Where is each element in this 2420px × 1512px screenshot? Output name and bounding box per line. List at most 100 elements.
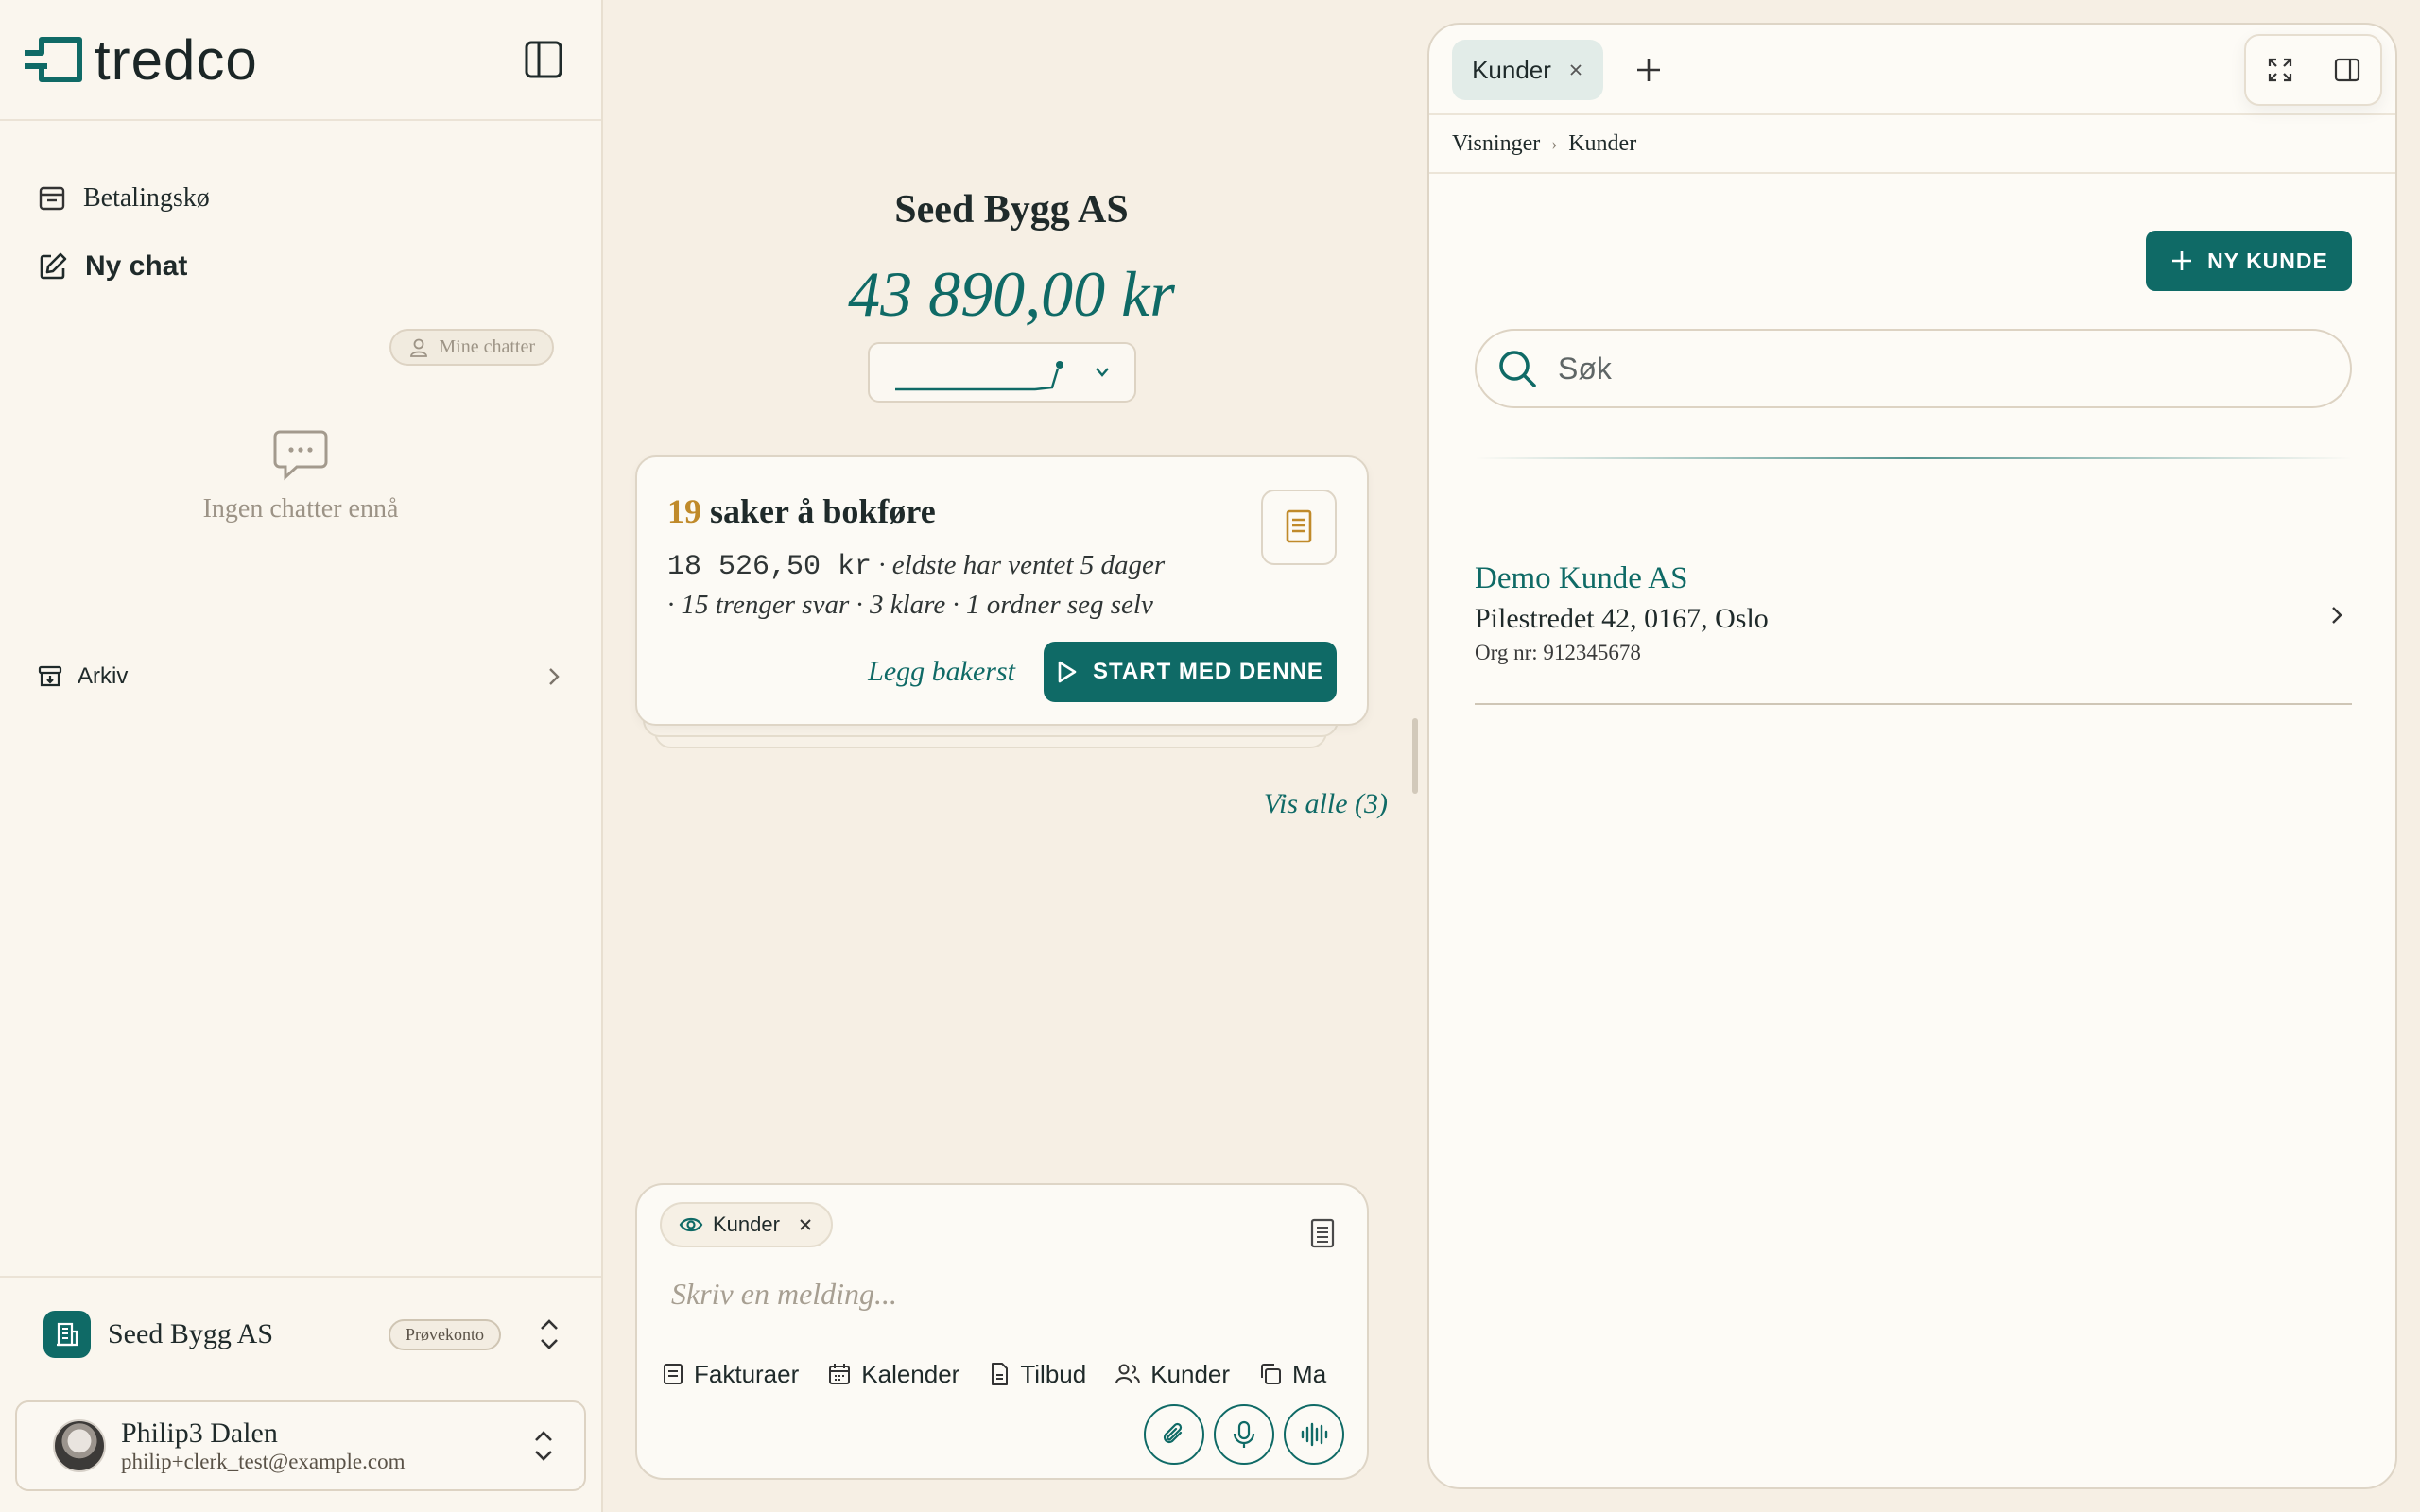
breadcrumb-item[interactable]: Visninger [1452, 131, 1540, 157]
sidebar-item-betalingsko[interactable]: Betalingskø [0, 164, 601, 232]
task-title-text: saker å bokføre [710, 492, 936, 530]
mine-chatter-row: Mine chatter [0, 301, 601, 366]
chip-label: Kunder [713, 1212, 780, 1236]
company-switcher[interactable]: Seed Bygg AS Prøvekonto [0, 1278, 601, 1391]
users-icon [1115, 1364, 1141, 1384]
microphone-icon [1233, 1420, 1255, 1448]
open-document-button[interactable] [1261, 490, 1337, 565]
divider [1475, 457, 2352, 459]
context-chip[interactable]: Kunder [660, 1202, 833, 1247]
close-icon[interactable] [797, 1216, 814, 1233]
sidebar-item-label: Ny chat [85, 250, 188, 282]
play-icon [1058, 661, 1077, 683]
task-count: 19 [667, 492, 701, 530]
shortcut-kunder[interactable]: Kunder [1115, 1360, 1230, 1389]
shortcut-kalender[interactable]: Kalender [827, 1360, 959, 1389]
chevron-down-icon [1096, 368, 1109, 377]
panel-tab-bar: Kunder [1429, 25, 2395, 115]
new-customer-button[interactable]: NY KUNDE [2146, 231, 2352, 291]
customer-org-number: Org nr: 912345678 [1475, 641, 1641, 664]
sparkline-icon [895, 361, 1063, 391]
breadcrumb: Visninger › Kunder [1429, 115, 2395, 174]
chevron-up-down-icon [535, 1431, 552, 1461]
search-input[interactable] [1558, 351, 2125, 387]
tab-label: Kunder [1472, 55, 1551, 84]
sidebar: tredco Betalingskø Ny chat Mine chatter … [0, 0, 603, 1512]
chevron-up-down-icon [541, 1319, 558, 1349]
archive-label: Arkiv [78, 663, 129, 689]
attach-button[interactable] [1144, 1404, 1204, 1465]
user-email: philip+clerk_test@example.com [121, 1450, 406, 1473]
sidebar-header: tredco [0, 0, 601, 121]
sidebar-footer: Seed Bygg AS Prøvekonto Philip3 Dalen ph… [0, 1276, 601, 1491]
chevron-right-icon [2332, 607, 2342, 624]
paperclip-icon [1163, 1422, 1183, 1444]
plus-icon [2172, 251, 2192, 270]
task-amount: 18 526,50 kr [667, 551, 873, 583]
mine-chatter-label: Mine chatter [439, 336, 535, 357]
side-panel: Kunder Visninger › Kunder NY KUNDE Søk D… [1427, 23, 2397, 1489]
main-content: Seed Bygg AS 43 890,00 kr 19 saker å bok… [605, 0, 1418, 1512]
user-info: Philip3 Dalen philip+clerk_test@example.… [121, 1418, 405, 1474]
balance-chart-toggle[interactable] [868, 342, 1136, 403]
copy-icon [1261, 1364, 1282, 1384]
breadcrumb-separator: › [1551, 133, 1558, 153]
bookkeeping-task-card: 19 saker å bokføre 18 526,50 kr · eldste… [635, 455, 1369, 726]
shortcut-tilbud[interactable]: Tilbud [988, 1360, 1086, 1389]
invoice-icon [664, 1364, 683, 1384]
see-all-link[interactable]: Vis alle (3) [1264, 788, 1388, 820]
page-title: Seed Bygg AS [894, 188, 1129, 232]
close-icon[interactable] [1568, 62, 1583, 77]
shortcut-fakturaer[interactable]: Fakturaer [662, 1360, 799, 1389]
trial-badge: Prøvekonto [389, 1318, 501, 1350]
toggle-sidebar-button[interactable] [524, 40, 563, 79]
shortcut-label: Fakturaer [694, 1359, 800, 1388]
panel-layout-icon[interactable] [2333, 56, 2361, 84]
sidebar-item-new-chat[interactable]: Ny chat [0, 232, 601, 301]
shortcut-more[interactable]: Ma [1258, 1360, 1326, 1389]
sidebar-item-label: Betalingskø [83, 183, 210, 213]
start-task-button[interactable]: START MED DENNE [1044, 642, 1337, 702]
customer-address: Pilestredet 42, 0167, Oslo [1475, 603, 1769, 634]
file-icon [992, 1363, 1009, 1385]
logo-mark-icon [25, 37, 82, 82]
inbox-icon [39, 186, 65, 211]
company-name: Seed Bygg AS [108, 1318, 274, 1349]
postpone-link[interactable]: Legg bakerst [868, 656, 1015, 688]
logo-text: tredco [95, 27, 258, 92]
message-input[interactable] [671, 1270, 1238, 1317]
shortcut-label: Ma [1292, 1359, 1327, 1388]
empty-chats: Ingen chatter ennå [0, 428, 601, 524]
search-icon [1499, 351, 1536, 387]
sidebar-item-archive[interactable]: Arkiv [0, 658, 601, 696]
customer-search [1475, 329, 2352, 408]
user-icon [410, 338, 428, 357]
tab-kunder[interactable]: Kunder [1452, 40, 1603, 100]
avatar [53, 1419, 106, 1472]
expand-icon[interactable] [2266, 56, 2294, 84]
customer-list-item[interactable]: Demo Kunde AS Pilestredet 42, 0167, Oslo… [1475, 535, 2352, 705]
building-icon [43, 1311, 91, 1358]
chat-bubble-icon [273, 430, 328, 481]
voice-mode-button[interactable] [1284, 1404, 1344, 1465]
eye-icon [679, 1217, 703, 1232]
composer-actions [1144, 1404, 1344, 1465]
sidebar-nav: Betalingskø Ny chat [0, 121, 601, 301]
new-customer-label: NY KUNDE [2207, 248, 2328, 273]
chevron-right-icon [549, 668, 560, 685]
task-title: 19 saker å bokføre [667, 491, 936, 531]
logo[interactable]: tredco [23, 27, 258, 93]
microphone-button[interactable] [1214, 1404, 1274, 1465]
add-tab-icon[interactable] [1628, 49, 1669, 91]
task-oldest: · eldste har ventet 5 dager [878, 550, 1166, 580]
customer-name: Demo Kunde AS [1475, 561, 1688, 595]
breadcrumb-item: Kunder [1568, 130, 1637, 156]
archive-icon [38, 665, 62, 687]
chat-composer: Kunder Fakturaer [635, 1183, 1369, 1480]
user-menu[interactable]: Philip3 Dalen philip+clerk_test@example.… [15, 1400, 586, 1491]
resize-handle[interactable] [1412, 718, 1418, 794]
start-task-label: START MED DENNE [1093, 659, 1323, 684]
document-icon[interactable] [1308, 1217, 1337, 1249]
mine-chatter-filter[interactable]: Mine chatter [389, 329, 554, 366]
user-name: Philip3 Dalen [121, 1418, 278, 1449]
